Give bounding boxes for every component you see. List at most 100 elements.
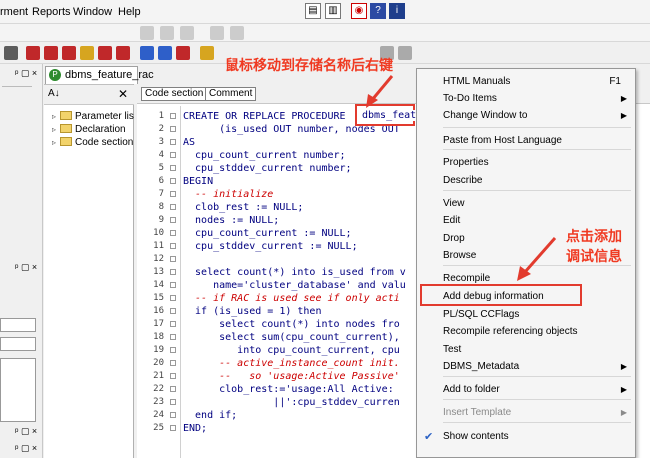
navigator-header: A↓ ✕ xyxy=(44,85,134,105)
tab-comment[interactable]: Comment xyxy=(205,87,257,101)
menu-window[interactable]: Window xyxy=(73,6,112,18)
menu-item-pl-sql-ccflags[interactable]: PL/SQL CCFlags xyxy=(417,306,635,324)
arrow-left-icon[interactable] xyxy=(158,46,172,60)
menu-bar: rment Reports Window Help ▤ ▥ ◉ ? i xyxy=(0,0,650,24)
toolbar-icon-3[interactable] xyxy=(180,26,194,40)
code-line: cpu_count_current := NULL; xyxy=(183,228,352,239)
menu-item-label: Recompile xyxy=(443,273,491,284)
menu-item-properties[interactable]: Properties xyxy=(417,154,635,172)
folder-icon xyxy=(60,137,72,146)
menu-item-add-to-folder[interactable]: Add to folder ▶ xyxy=(417,381,635,399)
submenu-arrow-icon: ▶ xyxy=(620,385,627,394)
arrow-right-icon[interactable] xyxy=(140,46,154,60)
line-marker xyxy=(170,243,176,249)
code-line: AS xyxy=(183,137,196,148)
menu-item-dbms-metadata[interactable]: DBMS_Metadata ▶ xyxy=(417,358,635,376)
code-line: select count(*) into is_used from v xyxy=(183,267,406,278)
dock-controls-3[interactable]: ᵖ ▢ × xyxy=(0,424,43,438)
menu-item-to-do-items[interactable]: To-Do Items ▶ xyxy=(417,90,635,108)
dock-controls-4[interactable]: ᵖ ▢ × xyxy=(0,441,43,455)
expand-icon[interactable]: ▹ xyxy=(52,110,60,123)
menu-help[interactable]: Help xyxy=(118,6,141,18)
menu-item-view[interactable]: View xyxy=(417,195,635,213)
menu-item-describe[interactable]: Describe xyxy=(417,172,635,190)
compile-icon[interactable] xyxy=(200,46,214,60)
code-line: cpu_count_current number; xyxy=(183,150,346,161)
menu-item-insert-template: Insert Template ▶ xyxy=(417,404,635,422)
code-line: cpu_stddev_current number; xyxy=(183,163,352,174)
yellow-tool-icon[interactable] xyxy=(80,46,94,60)
menu-item-label: Test xyxy=(443,344,462,355)
line-marker xyxy=(170,139,176,145)
red-tool-icon-2[interactable] xyxy=(44,46,58,60)
key-icon[interactable] xyxy=(4,46,18,60)
close-icon[interactable]: ✕ xyxy=(118,87,128,101)
red-tool-icon-5[interactable] xyxy=(116,46,130,60)
line-marker xyxy=(170,230,176,236)
menu-item-label: Properties xyxy=(443,157,489,168)
menu-item-test[interactable]: Test xyxy=(417,341,635,359)
line-number: 16 xyxy=(153,306,164,316)
tree-item-declaration[interactable]: ▹ Declaration xyxy=(52,123,126,136)
menu-item-label: Browse xyxy=(443,250,477,261)
oracle-icon[interactable]: ◉ xyxy=(351,3,367,19)
line-marker xyxy=(170,425,176,431)
line-marker xyxy=(170,347,176,353)
dock-controls-1[interactable]: ᵖ ▢ × xyxy=(0,66,43,80)
submenu-arrow-icon: ▶ xyxy=(620,362,627,371)
toolbar-icon-2[interactable] xyxy=(160,26,174,40)
menu-item-label: Describe xyxy=(443,175,483,186)
dock-select-2[interactable] xyxy=(0,337,36,351)
windows-icon[interactable]: ▥ xyxy=(325,3,341,19)
window-list-icon[interactable]: ▤ xyxy=(305,3,321,19)
line-number: 1 xyxy=(158,111,164,121)
line-number: 4 xyxy=(158,150,164,160)
dock-list[interactable] xyxy=(0,358,36,422)
code-line: clob_rest := NULL; xyxy=(183,202,304,213)
tab-dbms-feature-rac[interactable]: P dbms_feature_rac xyxy=(45,66,154,84)
expand-icon[interactable]: ▹ xyxy=(52,136,60,149)
code-line: CREATE OR REPLACE PROCEDURE xyxy=(183,111,346,122)
code-line: cpu_stddev_current := NULL; xyxy=(183,241,358,252)
toolbar-icon-5[interactable] xyxy=(230,26,244,40)
menu-item-label: To-Do Items xyxy=(443,93,497,104)
line-marker xyxy=(170,217,176,223)
line-marker xyxy=(170,412,176,418)
line-number: 9 xyxy=(158,215,164,225)
navigator-panel: A↓ ✕ ▹ Parameter lis ▹ Declaration ▹ Code s… xyxy=(44,84,134,458)
code-line: end if; xyxy=(183,410,238,421)
menu-reports[interactable]: Reports xyxy=(32,6,71,18)
menu-separator xyxy=(443,399,631,400)
menu-item-label: Add to folder xyxy=(443,384,500,395)
menu-item-show-contents[interactable]: Show contents ✔ xyxy=(417,428,635,446)
info-icon[interactable]: i xyxy=(389,3,405,19)
menu-item-recompile-referencing-objects[interactable]: Recompile referencing objects xyxy=(417,323,635,341)
menu-item-change-window-to[interactable]: Change Window to ▶ xyxy=(417,107,635,125)
red-tool-icon-3[interactable] xyxy=(62,46,76,60)
menu-item-label: DBMS_Metadata xyxy=(443,361,520,372)
red-tool-icon-4[interactable] xyxy=(98,46,112,60)
line-number: 17 xyxy=(153,319,164,329)
line-number: 18 xyxy=(153,332,164,342)
exit-icon[interactable] xyxy=(176,46,190,60)
line-marker xyxy=(170,373,176,379)
toolbar-icon-1[interactable] xyxy=(140,26,154,40)
menu-item-html-manuals[interactable]: HTML Manuals F1 xyxy=(417,73,635,91)
line-marker xyxy=(170,399,176,405)
menu-item-paste-from-host-language[interactable]: Paste from Host Language xyxy=(417,132,635,150)
red-tool-icon[interactable] xyxy=(26,46,40,60)
sort-az-icon[interactable]: A↓ xyxy=(48,88,60,99)
toolbar-icon-4[interactable] xyxy=(210,26,224,40)
help-icon[interactable]: ? xyxy=(370,3,386,19)
tree-item-parameter-list[interactable]: ▹ Parameter lis xyxy=(52,110,134,123)
toolbar-icon-7[interactable] xyxy=(398,46,412,60)
expand-icon[interactable]: ▹ xyxy=(52,123,60,136)
procedure-name[interactable]: dbms_feat xyxy=(362,110,417,121)
dock-controls-2[interactable]: ᵖ ▢ × xyxy=(0,260,43,274)
submenu-arrow-icon: ▶ xyxy=(620,94,627,103)
tab-code-section[interactable]: Code section xyxy=(141,87,208,101)
tree-item-code-section[interactable]: ▹ Code section xyxy=(52,136,133,149)
menu-item-label: Change Window to xyxy=(443,110,528,121)
menu-environment[interactable]: rment xyxy=(0,6,28,18)
dock-select-1[interactable] xyxy=(0,318,36,332)
